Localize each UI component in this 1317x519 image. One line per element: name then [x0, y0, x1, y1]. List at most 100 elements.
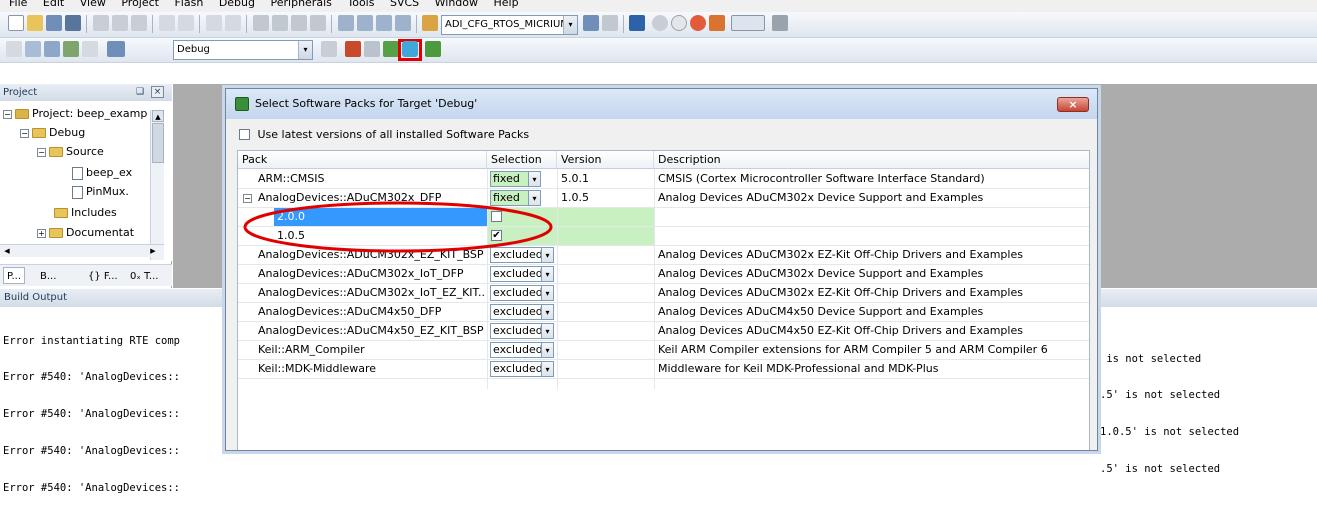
table-row[interactable]: AnalogDevices::ADuCM4x50_DFP excluded ▾ A… [238, 303, 1089, 322]
tab-functions[interactable]: {} F... [88, 268, 118, 285]
uncomment-icon[interactable] [395, 15, 411, 31]
find-in-files-icon[interactable] [422, 15, 438, 31]
bookmark-prev-icon[interactable] [272, 15, 288, 31]
save-all-icon[interactable] [65, 15, 81, 31]
tab-books[interactable]: B... [40, 268, 56, 285]
column-header-pack[interactable]: Pack [238, 151, 487, 169]
tree-item-pinmux[interactable]: PinMux. [72, 184, 129, 200]
column-header-description[interactable]: Description [654, 151, 1089, 169]
scroll-right-icon[interactable]: ▶ [147, 245, 159, 257]
cut-icon[interactable] [93, 15, 109, 31]
file-extensions-icon[interactable] [345, 41, 361, 57]
selection-dropdown[interactable]: excluded ▾ [490, 285, 554, 301]
scroll-up-icon[interactable]: ▲ [152, 110, 164, 122]
chevron-down-icon[interactable]: ▾ [528, 171, 541, 187]
paste-icon[interactable] [131, 15, 147, 31]
manage-project-items-icon[interactable] [364, 41, 380, 57]
selection-dropdown[interactable]: excluded ▾ [490, 323, 554, 339]
translate-icon[interactable] [6, 41, 22, 57]
collapse-icon[interactable]: − [37, 147, 46, 157]
tree-item-source[interactable]: − Source [37, 144, 104, 160]
kill-breakpoints-icon[interactable] [690, 15, 706, 31]
tree-item-includes[interactable]: Includes [54, 205, 117, 221]
project-tree-hscrollbar[interactable]: ◀ ▶ [0, 244, 164, 257]
tree-item-debug[interactable]: − Debug [20, 125, 85, 141]
selection-dropdown[interactable]: excluded ▾ [490, 361, 554, 377]
nav-back-icon[interactable] [206, 15, 222, 31]
target-combo[interactable]: Debug ▾ [173, 40, 313, 60]
project-tree-scrollbar[interactable]: ▲ [150, 110, 164, 260]
close-icon[interactable]: × [151, 86, 164, 98]
incremental-find-icon[interactable] [602, 15, 618, 31]
pack-installer-icon[interactable] [425, 41, 441, 57]
menu-window[interactable]: Window [435, 0, 478, 9]
close-button[interactable]: × [1057, 97, 1089, 112]
selection-dropdown[interactable]: fixed ▾ [490, 171, 541, 187]
window-layout-icon[interactable] [731, 15, 765, 31]
chevron-down-icon[interactable]: ▾ [563, 16, 577, 34]
menu-svcs[interactable]: SVCS [390, 0, 419, 9]
column-header-version[interactable]: Version [557, 151, 654, 169]
table-row[interactable]: Keil::MDK-Middleware excluded ▾ Middlewar… [238, 360, 1089, 379]
redo-icon[interactable] [178, 15, 194, 31]
breakpoint-icon[interactable] [652, 15, 668, 31]
select-software-packs-icon[interactable] [402, 41, 418, 57]
menu-file[interactable]: File [9, 0, 27, 9]
tree-item-beep-ex[interactable]: beep_ex [72, 165, 132, 181]
undo-icon[interactable] [159, 15, 175, 31]
selection-dropdown[interactable]: excluded ▾ [490, 342, 554, 358]
save-icon[interactable] [46, 15, 62, 31]
bookmark-icon[interactable] [253, 15, 269, 31]
new-file-icon[interactable] [8, 15, 24, 31]
table-row[interactable]: AnalogDevices::ADuCM302x_IoT_EZ_KIT... e… [238, 284, 1089, 303]
copy-icon[interactable] [112, 15, 128, 31]
dialog-titlebar[interactable]: Select Software Packs for Target 'Debug'… [226, 89, 1097, 119]
table-row[interactable]: AnalogDevices::ADuCM4x50_EZ_KIT_BSP excl… [238, 322, 1089, 341]
chevron-down-icon[interactable]: ▾ [541, 285, 554, 301]
download-icon[interactable] [107, 41, 125, 57]
chevron-down-icon[interactable]: ▾ [541, 361, 554, 377]
chevron-down-icon[interactable]: ▾ [541, 323, 554, 339]
breakpoint-disable-icon[interactable] [671, 15, 687, 31]
menu-flash[interactable]: Flash [174, 0, 203, 9]
tree-item-project[interactable]: − Project: beep_examp [3, 106, 147, 122]
chevron-down-icon[interactable]: ▾ [298, 41, 312, 59]
table-row[interactable]: ARM::CMSIS fixed ▾ 5.0.1 CMSIS (Cortex Mi… [238, 170, 1089, 189]
stop-build-icon[interactable] [82, 41, 98, 57]
menu-debug[interactable]: Debug [219, 0, 255, 9]
rebuild-icon[interactable] [44, 41, 60, 57]
find-icon[interactable] [583, 15, 599, 31]
menu-project[interactable]: Project [121, 0, 159, 9]
menu-view[interactable]: View [80, 0, 106, 9]
settings-icon[interactable] [709, 15, 725, 31]
scroll-left-icon[interactable]: ◀ [1, 245, 13, 257]
table-row[interactable]: Keil::ARM_Compiler excluded ▾ Keil ARM Co… [238, 341, 1089, 360]
expand-icon[interactable]: + [37, 228, 46, 238]
build-icon[interactable] [25, 41, 41, 57]
config-combo[interactable]: ADI_CFG_RTOS_MICRIUM ▾ [441, 15, 578, 35]
wrench-icon[interactable] [772, 15, 788, 31]
use-latest-option[interactable]: Use latest versions of all installed Sof… [239, 127, 529, 141]
scroll-thumb[interactable] [152, 123, 164, 163]
target-options-icon[interactable] [321, 41, 337, 57]
unindent-icon[interactable] [357, 15, 373, 31]
collapse-icon[interactable]: − [20, 128, 29, 138]
use-latest-checkbox[interactable] [239, 128, 250, 140]
bookmark-clear-icon[interactable] [310, 15, 326, 31]
manage-rte-icon[interactable] [383, 41, 399, 57]
chevron-down-icon[interactable]: ▾ [541, 342, 554, 358]
selection-dropdown[interactable]: excluded ▾ [490, 304, 554, 320]
tab-templates[interactable]: 0ₓ T... [130, 268, 158, 285]
menu-peripherals[interactable]: Peripherals [271, 0, 332, 9]
menu-help[interactable]: Help [494, 0, 519, 9]
batch-build-icon[interactable] [63, 41, 79, 57]
column-header-selection[interactable]: Selection [487, 151, 557, 169]
debug-session-icon[interactable] [629, 15, 645, 31]
tab-project[interactable]: P... [3, 267, 26, 284]
pin-icon[interactable]: ❑ [136, 84, 144, 101]
tree-item-documentation[interactable]: + Documentat [37, 225, 134, 241]
bookmark-next-icon[interactable] [291, 15, 307, 31]
chevron-down-icon[interactable]: ▾ [541, 304, 554, 320]
comment-icon[interactable] [376, 15, 392, 31]
collapse-icon[interactable]: − [3, 109, 12, 119]
